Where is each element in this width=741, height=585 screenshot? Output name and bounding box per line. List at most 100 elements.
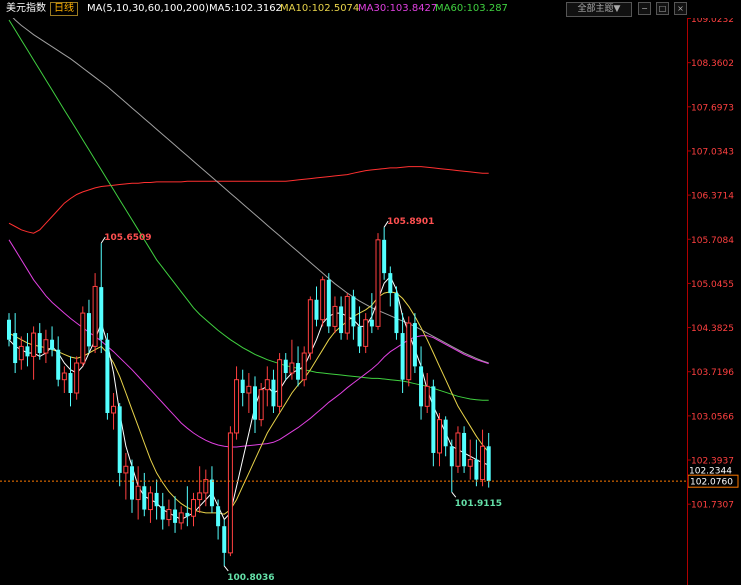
- candle: [31, 326, 37, 380]
- candle-body: [37, 333, 42, 354]
- candle: [130, 459, 134, 513]
- candle: [105, 333, 110, 420]
- candle: [61, 366, 67, 394]
- annotation-layer: 105.6509 100.8036 105.8901 101.9115: [100, 217, 502, 583]
- candle: [258, 383, 264, 427]
- candle: [222, 519, 227, 567]
- candle: [253, 376, 257, 433]
- candle: [240, 369, 245, 407]
- header-bar: 美元指数 日线 MA(5,10,30,60,100,200) MA5:102.3…: [0, 0, 741, 18]
- candle-body: [197, 492, 203, 501]
- candle: [13, 313, 18, 374]
- candle-body: [419, 366, 424, 407]
- candle: [474, 439, 479, 487]
- candle-body: [43, 339, 49, 354]
- candle-body: [74, 362, 80, 394]
- candle: [326, 273, 331, 334]
- candle: [363, 313, 369, 354]
- candle: [43, 329, 49, 364]
- candle: [431, 379, 436, 467]
- candle-body: [135, 485, 141, 501]
- candle-body: [154, 492, 159, 507]
- candle-body: [431, 386, 436, 453]
- annotation-label: 101.9115: [455, 499, 502, 509]
- candle-body: [382, 239, 387, 274]
- candle: [56, 336, 61, 387]
- candle: [111, 393, 117, 430]
- candle-body: [173, 509, 178, 523]
- candle-body: [289, 362, 295, 374]
- candle-body: [400, 333, 405, 380]
- candle-body: [160, 506, 165, 520]
- candle: [147, 486, 153, 523]
- ma5-readout: MA5:102.3162: [209, 3, 282, 14]
- moving-average-layer: [8, 13, 490, 521]
- period-badge[interactable]: 日线: [50, 2, 78, 16]
- candle-body: [326, 279, 331, 327]
- candle-body: [222, 526, 227, 553]
- candle: [351, 289, 356, 340]
- candle-body: [56, 349, 61, 380]
- candle-body: [437, 419, 442, 454]
- candle: [117, 402, 122, 487]
- candle: [406, 316, 412, 387]
- candle-body: [320, 279, 326, 321]
- candle-body: [253, 386, 257, 420]
- candle-body: [86, 313, 91, 347]
- kline-chart[interactable]: 105.6509 100.8036 105.8901 101.9115 109.023…: [0, 0, 741, 585]
- price-axis: [687, 0, 741, 585]
- candle: [424, 373, 430, 413]
- candle: [25, 333, 30, 367]
- candle: [314, 286, 319, 327]
- candle: [283, 353, 288, 380]
- candle-body: [92, 285, 98, 347]
- candle-body: [424, 385, 430, 407]
- candle-body: [462, 432, 467, 467]
- candle: [437, 412, 442, 467]
- candle: [123, 452, 129, 500]
- candle: [234, 366, 240, 440]
- candle-body: [123, 465, 129, 474]
- candle-body: [474, 459, 479, 480]
- candle: [197, 466, 203, 513]
- candle-body: [486, 446, 491, 481]
- instrument-name: 美元指数: [6, 3, 46, 14]
- candle: [394, 286, 399, 340]
- ma-params-label[interactable]: MA(5,10,30,60,100,200): [87, 3, 209, 15]
- candle-body: [449, 446, 454, 467]
- minimize-icon[interactable]: −: [638, 2, 651, 15]
- candle-body: [13, 333, 18, 364]
- annotation-label: 105.6509: [104, 233, 151, 243]
- candle: [382, 227, 387, 280]
- candle: [173, 496, 178, 533]
- candle: [480, 429, 486, 487]
- candle-body: [258, 389, 264, 421]
- annotation-leader: [451, 491, 457, 498]
- candle-body: [406, 322, 412, 381]
- candle-body: [307, 299, 313, 354]
- candle: [332, 296, 338, 334]
- candle-body: [357, 326, 362, 347]
- candle: [216, 499, 221, 540]
- candle-body: [25, 346, 30, 357]
- theme-select[interactable]: 全部主题▼: [566, 2, 632, 17]
- close-icon[interactable]: ×: [674, 2, 687, 15]
- candle: [246, 373, 252, 413]
- candle: [455, 426, 461, 473]
- price-plot[interactable]: 105.6509100.8036105.8901101.9115 109.023…: [0, 0, 741, 585]
- candle: [68, 356, 73, 407]
- candle-body: [271, 379, 276, 407]
- candle-body: [234, 379, 240, 434]
- candle: [142, 472, 147, 517]
- candle-body: [142, 486, 147, 510]
- candle: [178, 506, 184, 530]
- candle-body: [246, 385, 252, 394]
- candle-body: [264, 379, 270, 391]
- candle: [99, 243, 104, 354]
- candle-body: [283, 359, 288, 374]
- candle: [86, 299, 91, 354]
- candle-body: [344, 295, 350, 334]
- maximize-icon[interactable]: □: [656, 2, 669, 15]
- candle-body: [166, 509, 172, 521]
- candle-body: [332, 305, 338, 327]
